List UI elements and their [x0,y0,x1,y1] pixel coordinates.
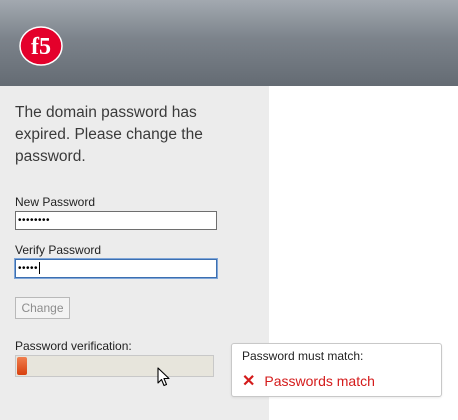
mouse-pointer-icon [157,367,170,387]
logo-text: f5 [31,34,51,60]
text-caret [39,262,41,275]
password-verification-bar [15,355,214,377]
verify-password-field[interactable]: ••••• [15,259,217,278]
x-icon: ✕ [242,373,256,390]
verification-bar-fill [17,357,27,375]
match-status-text: Passwords match [264,373,375,389]
tooltip-title: Password must match: [242,349,364,363]
expired-message: The domain password has expired. Please … [15,104,203,165]
change-button[interactable]: Change [15,297,70,319]
verify-password-label: Verify Password [15,243,102,257]
new-password-field[interactable]: •••••••• [15,211,217,230]
new-password-value: •••••••• [18,215,51,226]
verification-label: Password verification: [15,339,132,353]
new-password-label: New Password [15,195,96,209]
header-banner: f5 [0,0,458,86]
f5-logo: f5 [19,26,63,66]
match-status: ✕ Passwords match [242,371,375,391]
verify-password-value: ••••• [18,263,39,274]
password-match-tooltip: Password must match: ✕ Passwords match [231,343,442,397]
